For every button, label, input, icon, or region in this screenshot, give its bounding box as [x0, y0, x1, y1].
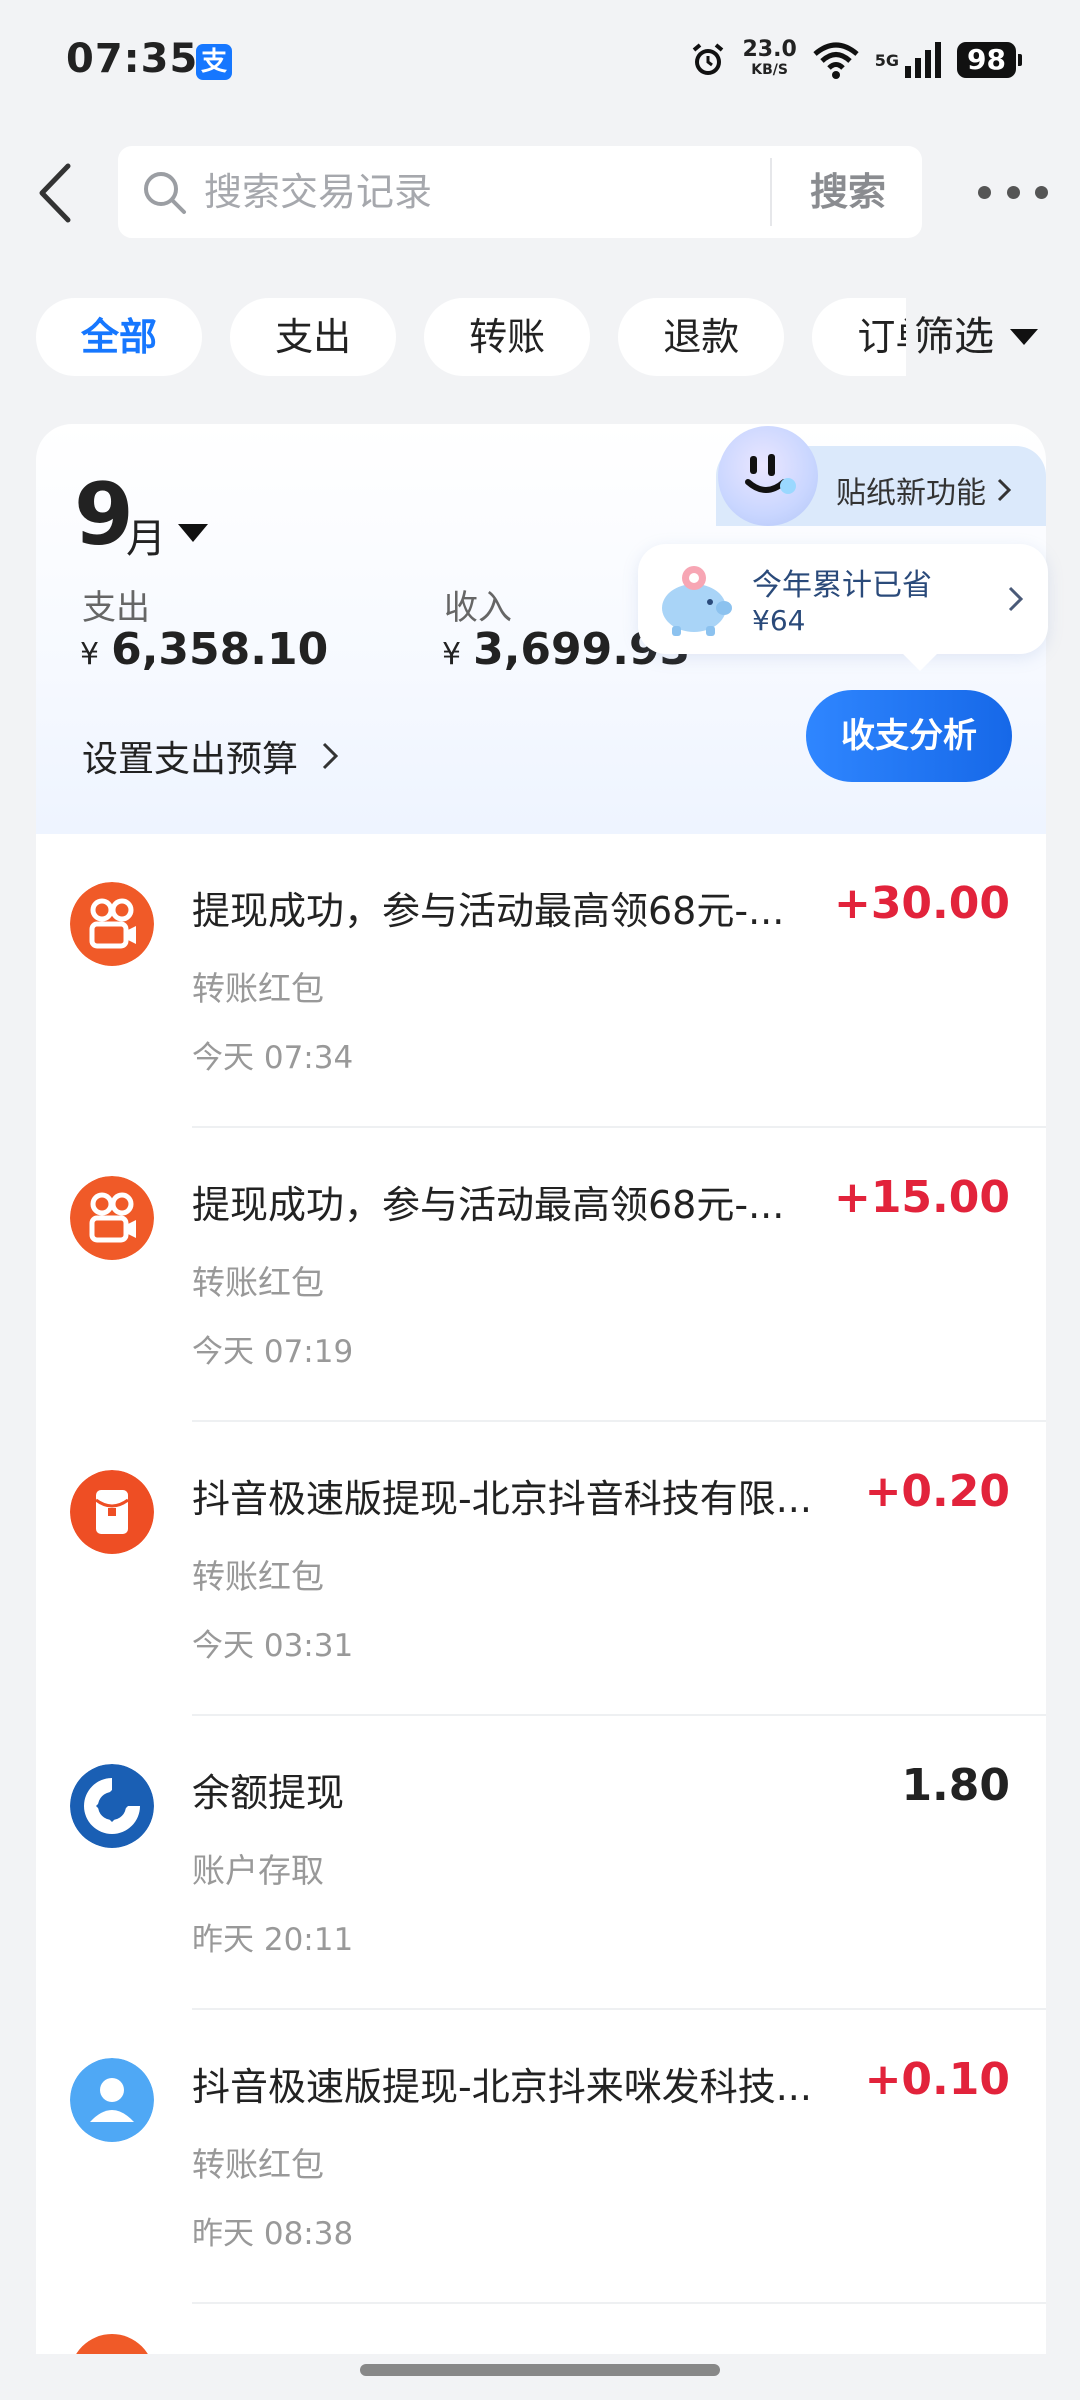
search-divider	[770, 158, 772, 226]
chip-order[interactable]: 订单	[812, 298, 906, 376]
kuaishou-icon	[70, 882, 154, 966]
savings-bubble[interactable]: 今年累计已省 ¥64	[638, 544, 1048, 654]
caret-down-icon	[1010, 329, 1038, 345]
row-divider	[192, 2302, 1046, 2304]
status-time: 07:35	[66, 36, 199, 82]
status-bar: 07:35 支 23.0 KB/S 5G 98	[0, 0, 1080, 120]
transaction-time: 今天 07:19	[192, 1334, 354, 1370]
wifi-icon	[813, 42, 859, 79]
chip-refund[interactable]: 退款	[618, 298, 785, 376]
expense-total: ¥6,358.10	[80, 624, 328, 675]
transaction-title: 抖音极速版提现-北京抖来咪发科技...	[192, 2065, 812, 2109]
expense-value: 6,358.10	[111, 624, 329, 675]
network-type: 5G	[874, 50, 900, 70]
signal-icon	[905, 42, 942, 78]
transaction-row[interactable]: 提现成功，参与活动最高领68元-... 转账红包 今天 07:19 +15.00	[36, 1128, 1046, 1422]
savings-title: 今年累计已省	[752, 568, 932, 603]
search-button[interactable]: 搜索	[774, 146, 922, 238]
home-indicator[interactable]	[360, 2364, 720, 2376]
transaction-row[interactable]: 余额提现 账户存取 昨天 20:11 1.80	[36, 1716, 1046, 2010]
kuaishou-icon	[70, 2334, 154, 2354]
transaction-title: 提现成功，参与活动最高领68元-...	[192, 889, 785, 933]
bank-icon	[70, 1764, 154, 1848]
transaction-row[interactable]: 抖音极速版提现-北京抖音科技有限... 转账红包 今天 03:31 +0.20	[36, 1422, 1046, 1716]
income-label: 收入	[444, 588, 512, 628]
transaction-time: 昨天 20:11	[192, 1922, 354, 1958]
transaction-row[interactable]: 提现成功，参与活动最高领68元-... 转账红包 今天 07:34 +30.00	[36, 834, 1046, 1128]
sticker-feature-label: 贴纸新功能	[836, 476, 986, 511]
savings-value: ¥64	[752, 604, 806, 637]
transaction-title: 抖音极速版提现-北京抖音科技有限...	[192, 1477, 812, 1521]
dot-icon	[1006, 185, 1020, 199]
chip-all[interactable]: 全部	[36, 298, 202, 376]
expense-label: 支出	[82, 588, 150, 628]
chevron-right-icon	[322, 742, 339, 770]
transaction-list: 提现成功，参与活动最高领68元-... 转账红包 今天 07:34 +30.00…	[36, 834, 1046, 2354]
search-icon	[144, 172, 186, 214]
transaction-category: 转账红包	[192, 969, 324, 1008]
back-button[interactable]	[30, 160, 80, 226]
chip-transfer[interactable]: 转账	[424, 298, 591, 376]
set-budget-label: 设置支出预算	[82, 739, 299, 780]
search-box[interactable]: 搜索交易记录 搜索	[118, 146, 922, 238]
transaction-time: 今天 07:34	[192, 1040, 354, 1076]
dot-icon	[1035, 185, 1048, 199]
transaction-time: 今天 03:31	[192, 1628, 354, 1664]
piggy-bank-icon	[662, 566, 732, 636]
alarm-icon	[693, 43, 724, 75]
filter-label: 筛选	[914, 314, 994, 360]
currency-symbol: ¥	[80, 637, 100, 672]
income-expense-analysis-button[interactable]: 收支分析	[806, 690, 1012, 782]
kuaishou-icon	[70, 1176, 154, 1260]
chevron-right-icon	[997, 478, 1011, 502]
transaction-amount: +0.20	[864, 1466, 1010, 1517]
net-speed-value: 23.0	[742, 37, 797, 62]
transaction-title: 提现成功，参与活动最高领68元-...	[192, 1183, 785, 1227]
battery-indicator: 98	[957, 42, 1022, 78]
month-selector[interactable]: 9	[74, 470, 134, 560]
chip-expense[interactable]: 支出	[230, 298, 397, 376]
filter-button[interactable]: 筛选	[910, 298, 1038, 376]
transaction-amount: 1.80	[901, 1760, 1010, 1811]
caret-down-icon[interactable]	[178, 524, 208, 542]
currency-symbol: ¥	[442, 637, 462, 672]
search-input[interactable]: 搜索交易记录	[204, 146, 432, 238]
sticker-feature-link[interactable]: 贴纸新功能	[836, 468, 1012, 512]
dot-icon	[978, 185, 991, 199]
transaction-category: 转账红包	[192, 1263, 324, 1302]
more-options-button[interactable]	[978, 172, 1048, 212]
transaction-amount: +0.10	[864, 2054, 1010, 2105]
net-speed-unit: KB/S	[751, 62, 788, 78]
chevron-right-icon	[1008, 586, 1024, 612]
user-icon	[70, 2058, 154, 2142]
transaction-title: 余额提现	[192, 1771, 345, 1815]
alipay-badge-icon: 支	[196, 44, 232, 80]
transaction-amount: +30.00	[833, 878, 1010, 929]
transaction-category: 转账红包	[192, 1557, 324, 1596]
net-speed: 23.0 KB/S	[742, 37, 797, 80]
filter-chips: 全部 支出 转账 退款 订单	[36, 298, 906, 376]
transaction-row[interactable]: 抖音极速版提现-北京抖来咪发科技... 转账红包 昨天 08:38 +0.10	[36, 2010, 1046, 2304]
status-icons: 23.0 KB/S 5G 98	[688, 36, 1022, 84]
transaction-time: 昨天 08:38	[192, 2216, 354, 2252]
transaction-category: 转账红包	[192, 2145, 324, 2184]
transaction-amount: +15.00	[833, 1172, 1010, 1223]
set-budget-link[interactable]: 设置支出预算	[82, 730, 340, 782]
smile-face-icon	[745, 454, 796, 494]
month-unit: 月	[126, 516, 166, 562]
monthly-summary-card: 贴纸新功能 9 月 支出 ¥6,358.10 收入 ¥3,699.93 今年累计…	[36, 424, 1048, 834]
red-packet-icon	[70, 1470, 154, 1554]
transaction-category: 账户存取	[192, 1851, 324, 1890]
sticker-mascot-icon[interactable]	[718, 426, 818, 526]
